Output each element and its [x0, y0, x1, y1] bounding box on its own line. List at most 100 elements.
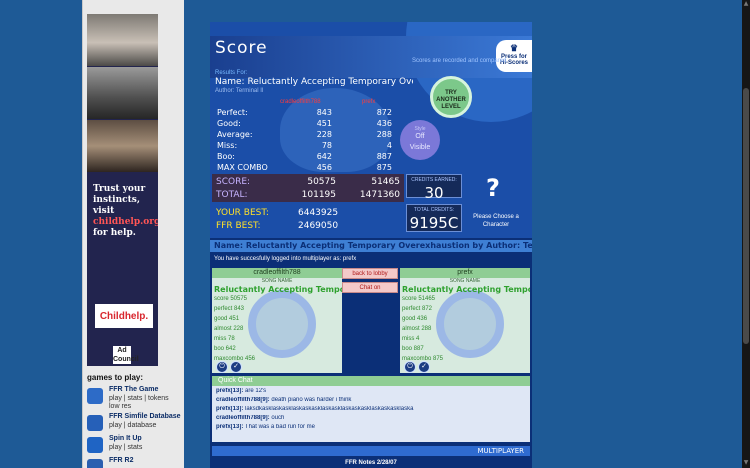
player-stat: perfect 872: [402, 306, 433, 312]
song-header: Name: Reluctantly Accepting Temporary Ov…: [210, 240, 532, 252]
score-row: SCORE: 50575 51465: [216, 177, 400, 187]
stat-value-p2: 436: [376, 119, 392, 128]
player2-column-head: prefx: [362, 99, 376, 105]
stat-row-good: Good: 451 436: [210, 119, 410, 130]
sidebar: Trust your instincts, visit childhelp.or…: [82, 0, 184, 468]
stat-value-p2: 887: [376, 152, 392, 161]
player-song: Reluctantly Accepting Tempo: [402, 285, 530, 294]
chat-title: Quick Chat: [212, 376, 530, 386]
power-icon[interactable]: ⏻: [216, 361, 228, 373]
ad-link[interactable]: childhelp.org: [93, 217, 158, 228]
your-best-row: YOUR BEST: 6443925: [216, 208, 339, 218]
stat-label: Boo:: [217, 152, 235, 161]
game-item-ffr[interactable]: FFR The Game play | stats | tokens low re…: [87, 386, 185, 411]
ad-message: Trust your instincts, visit childhelp.or…: [93, 184, 158, 239]
player-stat: good 436: [402, 316, 428, 322]
stat-label: Good:: [217, 119, 241, 128]
game-item-spin[interactable]: Spin It Up play | stats: [87, 435, 185, 457]
scroll-up-icon[interactable]: ▲: [743, 1, 749, 7]
ok-icon[interactable]: ✓: [418, 361, 430, 373]
total-row: TOTAL: 101195 1471360: [216, 190, 400, 200]
player-stat: miss 78: [214, 336, 235, 342]
player-song: Reluctantly Accepting Tempo: [214, 285, 342, 294]
ok-icon[interactable]: ✓: [230, 361, 242, 373]
page-title: Score: [215, 38, 268, 58]
hi-scores-button[interactable]: ♛ Press for Hi-Scores: [496, 40, 532, 72]
stat-value-p1: 78: [321, 141, 332, 150]
stat-value-p1: 451: [316, 119, 332, 128]
chat-message: prefx[13]: That was a bad run for me: [216, 424, 315, 430]
player-name: cradleoffilth788: [212, 268, 342, 278]
game-item-simfile[interactable]: FFR Simfile Database play | database: [87, 413, 185, 435]
ad-council-logo: Ad Council: [113, 346, 139, 364]
please-choose-label: Please Choose a Character: [473, 214, 519, 228]
chat-message: cradleoffilth788[9]: ouch: [216, 415, 285, 421]
song-name-label: SONG NAME: [449, 278, 481, 284]
vertical-scrollbar[interactable]: ▲ ▼: [742, 0, 750, 468]
right-panel-controls: ⏻ ✓: [404, 360, 444, 374]
player1-column-head: cradleoffilth788: [280, 99, 321, 105]
stat-value-p2: 288: [376, 130, 392, 139]
stat-label: Perfect:: [217, 108, 248, 117]
chat-message: cradleoffilth788[9]: death piano was har…: [216, 397, 352, 403]
game-item-r2[interactable]: FFR R2: [87, 457, 185, 468]
game-links[interactable]: play | stats | tokens low res: [109, 395, 169, 411]
player-panel-left: cradleoffilth788 SONG NAME Reluctantly A…: [212, 268, 342, 373]
game-links[interactable]: play | database: [109, 422, 156, 430]
spin-it-up-icon: [87, 437, 103, 453]
try-another-level-button[interactable]: TRY ANOTHER LEVEL: [430, 76, 472, 118]
character-select-icon[interactable]: ?: [486, 174, 500, 202]
stat-value-p2: 4: [386, 141, 392, 150]
recorded-note: Scores are recorded and compared: [412, 58, 507, 64]
game-area: Score ♛ Press for Hi-Scores Scores are r…: [210, 22, 532, 468]
player-stat: score 50575: [214, 296, 248, 302]
stat-row-max-combo: MAX COMBO 456 875: [210, 163, 410, 174]
page-background-left: [0, 0, 82, 468]
player-stat: boo 887: [402, 346, 424, 352]
ad-line-2: instincts,: [93, 195, 140, 205]
chat-message: prefx[13]: are 12's: [216, 388, 267, 394]
toggle-off[interactable]: Off: [400, 133, 440, 140]
childhelp-logo: Childhelp.: [95, 304, 153, 328]
ad-photo-1: [87, 14, 158, 66]
ffr-notes-link[interactable]: FFR Notes 2/28/07: [210, 458, 532, 468]
stat-value-p2: 875: [376, 163, 392, 172]
stat-label: MAX COMBO: [217, 163, 268, 172]
toggle-visible[interactable]: Visible: [400, 144, 440, 151]
left-panel-controls: ⏻ ✓: [216, 360, 256, 374]
game-name[interactable]: FFR The Game: [109, 386, 158, 393]
game-name[interactable]: Spin It Up: [109, 435, 142, 442]
style-toggle[interactable]: Style Off Visible: [400, 120, 440, 160]
player-stat: score 51465: [402, 296, 436, 302]
player-stat: perfect 843: [214, 306, 245, 312]
ad-line-1: Trust your: [93, 184, 146, 194]
game-wrapper: [184, 0, 212, 468]
stat-value-p1: 843: [316, 108, 332, 117]
childhelp-ad[interactable]: Trust your instincts, visit childhelp.or…: [87, 14, 158, 366]
stat-row-miss: Miss: 78 4: [210, 141, 410, 152]
ad-line-3: visit: [93, 206, 115, 216]
stat-row-average: Average: 228 288: [210, 130, 410, 141]
game-name[interactable]: FFR R2: [109, 457, 134, 464]
player-stat: almost 288: [402, 326, 432, 332]
game-links[interactable]: play | stats: [109, 444, 142, 452]
simfile-icon: [87, 415, 103, 431]
back-to-lobby-button[interactable]: back to lobby: [342, 268, 398, 279]
toggle-label: Style: [414, 126, 426, 132]
stat-value-p2: 872: [376, 108, 392, 117]
multiplayer-bar: MULTIPLAYER: [212, 446, 530, 456]
power-icon[interactable]: ⏻: [404, 361, 416, 373]
ad-line-4: for help.: [93, 228, 136, 238]
ad-photo-2: [87, 67, 158, 119]
scroll-down-icon[interactable]: ▼: [743, 460, 749, 466]
login-status: You have succesfully logged into multipl…: [214, 256, 357, 262]
scrollbar-thumb[interactable]: [743, 88, 749, 344]
chat-log[interactable]: prefx[13]: are 12's cradleoffilth788[9]:…: [212, 386, 530, 442]
song-author: Author: Terminal II: [215, 88, 264, 94]
chat-on-button[interactable]: Chat on: [342, 282, 398, 293]
chat-message: prefx[13]: laksdkasklaskasklaskaskasklas…: [216, 406, 414, 412]
page-background-right: [532, 0, 742, 468]
stat-value-p1: 642: [316, 152, 332, 161]
player-panel-right: prefx SONG NAME Reluctantly Accepting Te…: [400, 268, 530, 373]
game-name[interactable]: FFR Simfile Database: [109, 413, 181, 420]
